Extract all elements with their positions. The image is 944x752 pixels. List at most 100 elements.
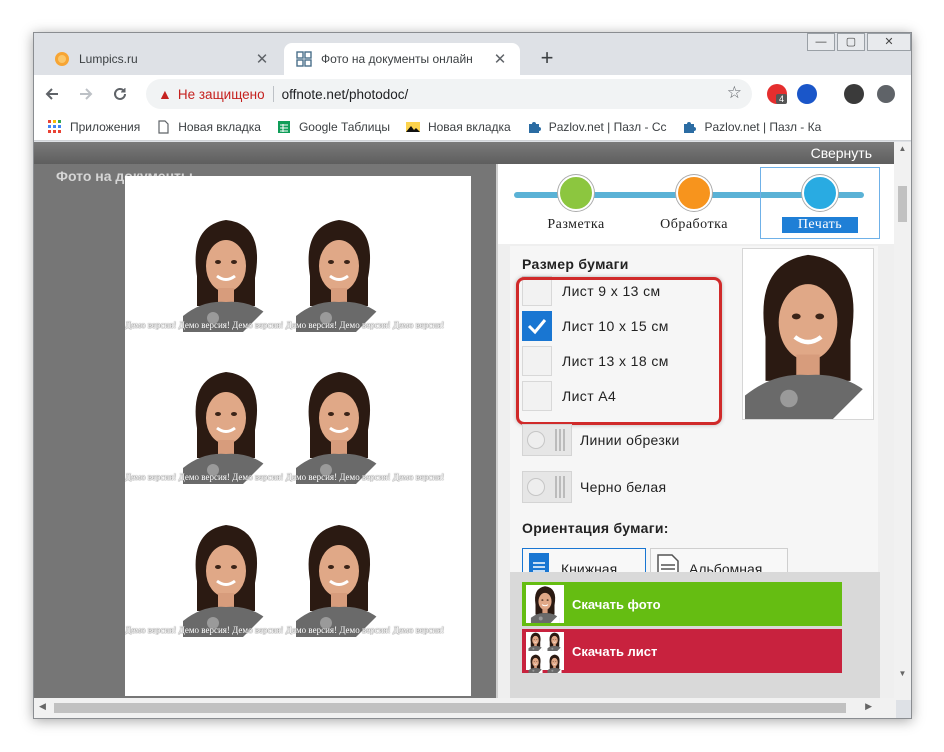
orange-circle-icon (55, 52, 69, 66)
toggle-knob (527, 478, 545, 496)
sheet-photo (183, 368, 269, 484)
paper-size-highlight (516, 277, 722, 425)
vertical-scrollbar[interactable]: ▲ ▼ (894, 142, 911, 700)
scroll-up-icon[interactable]: ▲ (894, 144, 911, 153)
portrait-photo-icon (744, 254, 872, 419)
toggle-grip (555, 476, 567, 498)
mini-photo (526, 632, 545, 654)
step-label: Разметка (547, 217, 605, 232)
sliders-icon (676, 175, 712, 211)
app-top-bar: Свернуть (34, 142, 896, 164)
download-panel: Скачать фото Скачать лист (510, 572, 880, 700)
portrait-photo-icon (183, 220, 269, 332)
download-photo-button[interactable]: Скачать фото (522, 582, 842, 626)
crop-icon (558, 175, 594, 211)
page-icon (158, 119, 169, 134)
printer-icon (802, 175, 838, 211)
bookmark-apps[interactable]: Приложения (48, 119, 141, 134)
sheets-icon (277, 120, 290, 133)
portrait-photo-icon (296, 372, 382, 484)
photo-thumb-icon (526, 585, 564, 623)
step-processing[interactable]: Обработка (634, 175, 754, 233)
browser-toolbar: ▲ Не защищено offnote.net/photodoc/ ☆ 4 (34, 75, 911, 113)
forward-arrow-icon (80, 88, 93, 100)
update-icon[interactable] (877, 85, 895, 103)
step-markup[interactable]: Разметка (516, 175, 636, 233)
apps-grid-icon (48, 119, 61, 133)
bookmark-new-tab[interactable]: Новая вкладка (156, 120, 261, 134)
bookmark-label: Новая вкладка (178, 119, 261, 134)
mini-photo (545, 654, 564, 676)
horizontal-scroll-thumb[interactable] (54, 703, 846, 713)
bookmark-star-icon[interactable]: ☆ (727, 83, 742, 103)
sheet-photo (183, 521, 269, 637)
bookmark-google-sheets[interactable]: Google Таблицы (277, 120, 390, 134)
horizontal-scrollbar[interactable]: ◀ ▶ (34, 698, 896, 718)
sheet-thumb-icon (526, 632, 564, 673)
bookmark-label: Приложения (70, 119, 141, 134)
orientation-title: Ориентация бумаги: (522, 520, 669, 536)
reload-button[interactable] (104, 78, 136, 110)
toggle-knob (527, 431, 545, 449)
image-icon (405, 121, 420, 132)
step-label: Печать (782, 217, 858, 233)
toggle-switch[interactable] (522, 471, 572, 503)
bookmark-pazlov-1[interactable]: Pazlov.net | Пазл - Сс (527, 119, 667, 134)
tab-close-icon[interactable]: ✕ (254, 50, 270, 68)
security-status[interactable]: Не защищено (178, 87, 265, 102)
page-content: Свернуть Фото на документы Демо версия! … (34, 142, 896, 700)
tab-title: Фото на документы онлайн (321, 52, 473, 66)
window-controls: — ▢ ✕ (805, 33, 911, 51)
bookmark-label: Google Таблицы (298, 119, 390, 134)
sheet-photo (183, 216, 269, 332)
reload-icon (114, 87, 126, 100)
warning-triangle-icon: ▲ (158, 86, 172, 102)
step-label: Обработка (660, 217, 728, 232)
download-sheet-label: Скачать лист (572, 643, 658, 659)
sheet-photo (296, 368, 382, 484)
opera-extension-icon[interactable]: 4 (767, 84, 788, 104)
bookmark-new-tab-image[interactable]: Новая вкладка (405, 119, 511, 134)
vertical-scroll-thumb[interactable] (898, 186, 907, 222)
portrait-photo-icon (528, 632, 543, 651)
portrait-photo-icon (547, 632, 562, 651)
portrait-photo-icon (547, 654, 562, 673)
settings-pane: Разметка Обработка Печать Размер бумаги … (498, 164, 896, 700)
portrait-photo-icon (530, 586, 560, 623)
minimize-button[interactable]: — (807, 33, 835, 51)
bookmark-pazlov-2[interactable]: Pazlov.net | Пазл - Ка (682, 120, 821, 134)
omnibox-separator (272, 86, 274, 102)
demo-watermark: Демо версия! Демо версия! Демо версия! Д… (125, 625, 445, 635)
new-tab-button[interactable]: + (534, 45, 560, 71)
collapse-button[interactable]: Свернуть (811, 145, 872, 161)
paper-size-title: Размер бумаги (522, 256, 629, 272)
scroll-right-icon[interactable]: ▶ (865, 701, 872, 712)
tab-close-icon[interactable]: ✕ (492, 50, 508, 68)
toggle-switch[interactable] (522, 424, 572, 456)
tab-lumpics[interactable]: Lumpics.ru ✕ (42, 43, 282, 75)
download-sheet-button[interactable]: Скачать лист (522, 629, 842, 673)
toggle-grayscale[interactable]: Черно белая (522, 471, 666, 503)
tab-photodoc[interactable]: Фото на документы онлайн ✕ (284, 43, 520, 75)
forward-button[interactable] (70, 78, 102, 110)
bookmark-label: Новая вкладка (427, 119, 511, 134)
scroll-left-icon[interactable]: ◀ (39, 701, 46, 712)
address-bar[interactable]: ▲ Не защищено offnote.net/photodoc/ ☆ (146, 79, 752, 109)
demo-watermark: Демо версия! Демо версия! Демо версия! Д… (125, 320, 445, 330)
download-photo-label: Скачать фото (572, 596, 661, 612)
demo-watermark: Демо версия! Демо версия! Демо версия! Д… (125, 472, 445, 482)
toggle-label: Черно белая (580, 479, 667, 495)
globe-extension-icon[interactable] (797, 84, 817, 104)
print-sheet-preview: Демо версия! Демо версия! Демо версия! Д… (125, 176, 471, 696)
back-button[interactable] (36, 78, 68, 110)
toggle-cut-lines[interactable]: Линии обрезки (522, 424, 680, 456)
bookmark-label: Pazlov.net | Пазл - Сс (548, 119, 667, 134)
scroll-down-icon[interactable]: ▼ (894, 669, 911, 678)
close-window-button[interactable]: ✕ (867, 33, 911, 51)
maximize-button[interactable]: ▢ (837, 33, 865, 51)
tab-strip: Lumpics.ru ✕ Фото на документы онлайн ✕ … (34, 33, 911, 75)
profile-avatar[interactable] (844, 84, 864, 104)
step-print[interactable]: Печать (760, 167, 880, 239)
portrait-photo-icon (528, 654, 543, 673)
url-text[interactable]: offnote.net/photodoc/ (282, 87, 409, 102)
